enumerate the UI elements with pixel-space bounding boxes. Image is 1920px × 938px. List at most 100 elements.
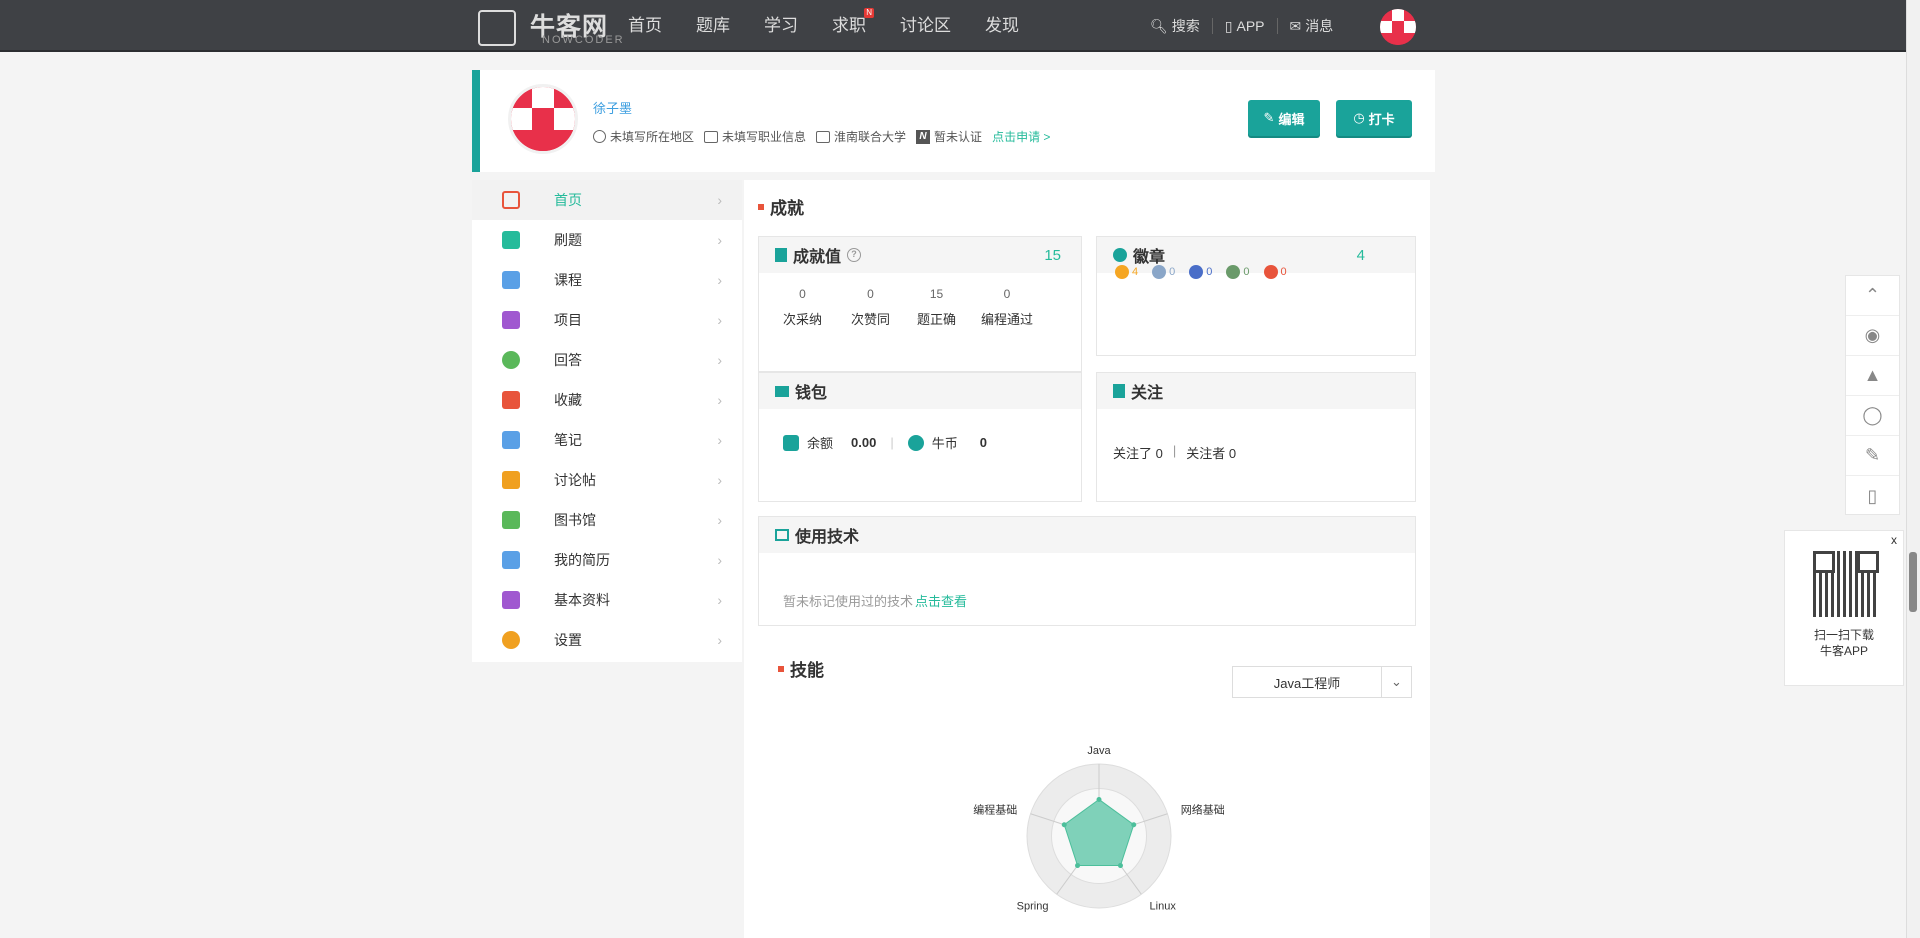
scrollbar-thumb[interactable] [1909,552,1917,612]
left-sidebar: 首页 › 刷题 › 课程 › 项目 › 回答 › 收藏 › 笔记 › 讨论帖 › 图书馆 › 我的… [472,180,742,662]
sidebar-label: 笔记 [554,432,582,448]
briefcase-icon [704,130,719,143]
sidebar-item-settings[interactable]: 设置 › [472,620,742,660]
role-select-value: Java工程师 [1273,675,1341,691]
app-qr-popup: x 扫一扫下载 牛客APP [1784,530,1904,686]
user-card-icon [502,591,520,609]
chevron-down-icon[interactable]: ⌄ [1381,667,1411,697]
following-count[interactable]: 关注了 0 [1113,443,1163,462]
chevron-right-icon: › [717,352,722,368]
stat-adopted: 0 次采纳 [783,287,822,328]
notebook-icon [502,431,520,449]
sidebar-label: 首页 [554,192,582,208]
balance-value: 0.00 [851,435,877,450]
nav-jobs[interactable]: 求职 N [832,0,874,52]
app-button[interactable]: ▯ APP [1213,18,1278,34]
graduation-cap-icon [502,231,520,249]
tech-view-link[interactable]: 点击查看 [915,591,967,610]
profile-school[interactable]: 淮南联合大学 [816,128,906,145]
checkin-button[interactable]: ◷ 打卡 [1336,100,1412,136]
stat-likes: 0 次赞同 [851,287,890,328]
badge-item[interactable]: 0 [1152,265,1175,279]
sidebar-item-projects[interactable]: 项目 › [472,300,742,340]
badge-item[interactable]: 0 [1226,265,1250,279]
weibo-share-button[interactable]: ◉ [1846,316,1899,356]
badge-value: 0 [1169,266,1176,278]
badge-item[interactable]: 0 [1189,265,1212,279]
help-icon[interactable]: ? [847,248,862,262]
skills-radar-chart: Java 网络基础 Linux Spring 编程基础 [973,745,1225,913]
badge-item[interactable]: 0 [1263,265,1287,279]
sidebar-label: 课程 [554,272,582,288]
follow-card: 关注 关注了 0 | 关注者 0 [1096,372,1416,502]
sidebar-item-notes[interactable]: 笔记 › [472,420,742,460]
sidebar-item-library[interactable]: 图书馆 › [472,500,742,540]
sidebar-item-answers[interactable]: 回答 › [472,340,742,380]
nav-discover[interactable]: 发现 [985,0,1019,52]
edit-button[interactable]: ✎ 编辑 [1248,100,1320,136]
nav-home[interactable]: 首页 [628,0,662,52]
search-button[interactable]: 🔍︎ 搜索 [1138,18,1213,34]
chevron-right-icon: › [717,472,722,488]
mobile-app-button[interactable]: ▯ [1846,476,1899,516]
sidebar-item-profile[interactable]: 基本资料 › [472,580,742,620]
nav-learn[interactable]: 学习 [764,0,798,52]
top-right-actions: 🔍︎ 搜索 ▯ APP ✉ 消息 [1138,0,1345,52]
stat-correct: 15 题正确 [917,287,956,328]
wallet-card: 钱包 余额 0.00 | 牛币 0 [758,372,1082,502]
coin-value: 0 [979,435,987,450]
profile-username[interactable]: 徐子墨 [593,98,632,117]
wechat-share-button[interactable]: ◯ [1846,396,1899,436]
sidebar-item-resume[interactable]: 我的简历 › [472,540,742,580]
tech-empty-text: 暂未标记使用过的技术 [783,594,914,609]
chevron-up-icon: ⌃ [1864,285,1881,305]
achievement-title-text: 成就 [770,199,804,218]
sidebar-label: 项目 [554,312,582,328]
sidebar-item-practice[interactable]: 刷题 › [472,220,742,260]
top-nav-bar: 牛客网 NOWCODER 首页 题库 学习 求职 N 讨论区 发现 🔍︎ 搜索 ▯… [0,0,1920,52]
badge-value: 0 [1243,266,1250,278]
stat-label: 题正确 [917,312,957,327]
sidebar-label: 讨论帖 [554,472,596,488]
page-scrollbar[interactable] [1906,0,1920,938]
sidebar-item-home[interactable]: 首页 › [472,180,742,220]
region-text: 未填写所在地区 [610,130,695,144]
back-to-top-button[interactable]: ⌃ [1846,276,1899,316]
close-icon[interactable]: x [1891,533,1897,547]
messages-button[interactable]: ✉ 消息 [1278,18,1346,34]
wallet-icon [775,385,789,397]
apply-link[interactable]: 点击申请 > [992,128,1050,145]
badge-value: 0 [1280,266,1287,278]
badge-icon [1113,248,1127,262]
wallet-card-head: 钱包 [759,373,1081,409]
badge-item[interactable]: 4 [1115,265,1138,279]
profile-job[interactable]: 未填写职业信息 [704,128,806,145]
site-logo[interactable]: 牛客网 NOWCODER [472,4,625,48]
sidebar-item-favorites[interactable]: 收藏 › [472,380,742,420]
sidebar-item-posts[interactable]: 讨论帖 › [472,460,742,500]
user-avatar[interactable] [1380,9,1416,45]
profile-avatar[interactable] [508,84,578,154]
wallet-values: 余额 0.00 | 牛币 0 [783,433,987,452]
nav-discuss[interactable]: 讨论区 [900,0,951,52]
sidebar-item-courses[interactable]: 课程 › [472,260,742,300]
medal-icon [1226,265,1241,279]
badge-title: 徽章 [1133,249,1166,266]
chevron-right-icon: › [717,232,722,248]
radar-axis-label: Java [1087,745,1111,757]
clock-icon: ◷ [1353,110,1365,125]
radar-point [1075,863,1081,869]
stat-passed: 0 编程通过 [981,287,1033,328]
sidebar-label: 我的简历 [554,552,610,568]
logo-subtitle: NOWCODER [542,34,625,46]
followers-count[interactable]: 关注者 0 [1186,443,1236,462]
badge-value: 0 [1206,266,1213,278]
role-select[interactable]: Java工程师 ⌄ [1232,666,1412,698]
nav-problems[interactable]: 题库 [696,0,730,52]
profile-region[interactable]: 未填写所在地区 [593,128,694,145]
qq-share-button[interactable]: ▲ [1846,356,1899,396]
stat-value: 0 [799,287,806,301]
star-icon [502,391,520,409]
feedback-button[interactable]: ✎ [1846,436,1899,476]
medal-icon [1115,265,1129,279]
